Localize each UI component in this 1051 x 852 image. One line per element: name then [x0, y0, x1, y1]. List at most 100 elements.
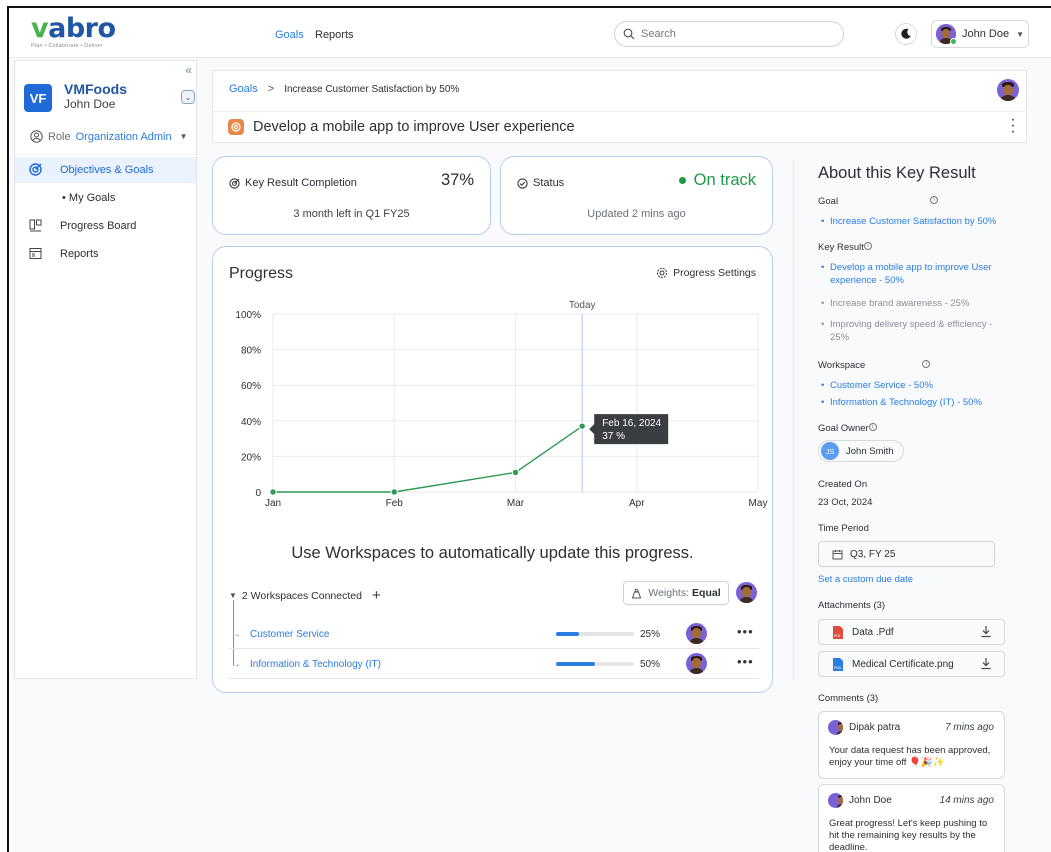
created-on-label: Created On — [818, 479, 868, 490]
y-tick-label: 80% — [241, 346, 261, 357]
workspace-name-link[interactable]: Information & Technology (IT) — [250, 659, 381, 670]
nav-goals[interactable]: Goals — [275, 29, 304, 41]
download-icon[interactable] — [980, 625, 992, 638]
role-selector[interactable]: Role Organization Admin ▼ — [30, 130, 188, 143]
nav-reports[interactable]: Reports — [315, 29, 354, 41]
target-icon — [229, 177, 240, 189]
workspace-owner-avatar[interactable] — [686, 653, 707, 674]
workspace-hint: Use Workspaces to automatically update t… — [291, 544, 694, 562]
breadcrumb-goals-link[interactable]: Goals — [229, 83, 258, 95]
vabro-logo[interactable]: vabro Plan • Collaborate • Deliver — [31, 15, 116, 49]
sidebar-item-label: • My Goals — [62, 192, 116, 204]
progress-bar-fill — [556, 662, 595, 666]
info-icon[interactable]: i — [930, 196, 939, 204]
x-tick-label: Mar — [507, 498, 525, 509]
weights-value: Equal — [692, 587, 721, 599]
attachments-label: Attachments (3) — [818, 600, 886, 611]
add-workspace-icon[interactable]: + — [372, 587, 381, 604]
workspace-row[interactable]: → Information & Technology (IT) 50% ••• — [229, 650, 759, 679]
weights-label: Weights: — [648, 587, 690, 599]
more-options-icon[interactable]: ••• — [737, 655, 754, 668]
info-icon[interactable]: i — [868, 423, 877, 431]
target-icon — [29, 163, 42, 176]
dark-mode-toggle[interactable] — [895, 23, 917, 45]
moon-icon — [901, 28, 911, 39]
workspace-percent: 25% — [640, 628, 661, 640]
user-menu[interactable]: John Doe ▼ — [931, 20, 1029, 48]
png-file-icon: PNG — [833, 658, 843, 671]
attachment-item[interactable]: PDF Data .Pdf — [818, 619, 1005, 645]
chevron-right-icon: > — [267, 83, 275, 95]
workspaces-connected-toggle[interactable]: ▼ 2 Workspaces Connected + — [229, 587, 381, 604]
weights-button[interactable]: Weights: Equal — [623, 581, 729, 605]
role-label: Role — [48, 130, 71, 143]
sidebar-item-label: Progress Board — [60, 220, 137, 232]
comments-label: Comments (3) — [818, 693, 879, 704]
status-value: On track — [678, 171, 756, 190]
key-result-item-current[interactable]: Develop a mobile app to improve User exp… — [818, 261, 1008, 287]
created-on-value: 23 Oct, 2024 — [818, 497, 873, 508]
chevron-down-icon: ▼ — [1016, 29, 1025, 39]
workspace-section-label: Workspace i — [818, 360, 931, 371]
owner-avatar[interactable] — [997, 79, 1019, 101]
tree-branch-icon: → — [231, 628, 241, 640]
board-icon — [29, 219, 42, 232]
status-label: Status — [533, 177, 565, 189]
time-period-field[interactable]: Q3, FY 25 — [818, 541, 995, 567]
more-options-icon[interactable]: ••• — [737, 625, 754, 638]
y-tick-label: 40% — [241, 417, 261, 428]
sidebar-item-progress-board[interactable]: Progress Board — [15, 213, 196, 239]
goal-link[interactable]: Increase Customer Satisfaction by 50% — [818, 215, 1008, 228]
completion-label: Key Result Completion — [245, 177, 357, 189]
user-avatar — [936, 24, 957, 45]
attachment-item[interactable]: PNG Medical Certificate.png — [818, 651, 1005, 677]
sidebar-item-objectives-goals[interactable]: Objectives & Goals — [15, 157, 196, 183]
key-result-item[interactable]: Increase brand awareness - 25% — [818, 297, 1008, 310]
workspace-link[interactable]: Customer Service - 50% — [818, 379, 1008, 392]
info-icon[interactable]: i — [863, 242, 872, 250]
set-custom-due-date-link[interactable]: Set a custom due date — [818, 574, 913, 585]
weight-icon — [632, 588, 642, 598]
comment-time: 14 mins ago — [939, 795, 994, 806]
calendar-icon — [832, 549, 843, 559]
pdf-file-icon: PDF — [833, 626, 843, 639]
comment-author-avatar — [828, 793, 843, 808]
status-label-row: Status — [517, 177, 564, 189]
workspace-owner-avatar[interactable] — [686, 623, 707, 644]
comment-author: John Doe — [849, 795, 892, 806]
collapse-sidebar-icon[interactable]: « — [185, 63, 192, 77]
x-tick-label: May — [749, 498, 768, 509]
goal-owner-chip[interactable]: JS John Smith — [818, 440, 904, 462]
sidebar-item-label: Reports — [60, 248, 99, 260]
online-status-dot — [950, 38, 957, 45]
owner-initials-avatar: JS — [821, 442, 839, 460]
sidebar-item-label: Objectives & Goals — [60, 164, 154, 176]
sidebar-item-reports[interactable]: Reports — [15, 241, 196, 267]
search-box[interactable] — [614, 21, 844, 47]
progress-bar-fill — [556, 632, 580, 636]
progress-series-line — [273, 425, 583, 493]
download-icon[interactable] — [980, 657, 992, 670]
comment-author-row: Dipak patra — [828, 720, 900, 735]
sidebar-item-my-goals[interactable]: • My Goals — [15, 185, 196, 211]
y-tick-label: 100% — [235, 310, 261, 321]
completion-label-row: Key Result Completion — [229, 177, 357, 189]
search-input[interactable] — [641, 28, 831, 40]
org-name: VMFoods — [64, 81, 127, 97]
workspace-link[interactable]: Information & Technology (IT) - 50% — [818, 396, 1008, 409]
x-tick-label: Apr — [629, 498, 645, 509]
workspace-owner-avatar[interactable] — [736, 582, 757, 603]
report-icon — [29, 248, 42, 259]
app-window: vabro Plan • Collaborate • Deliver Goals… — [7, 6, 1051, 852]
workspace-name-link[interactable]: Customer Service — [250, 629, 329, 640]
key-result-header: Goals > Increase Customer Satisfaction b… — [212, 70, 1027, 143]
progress-card: Progress Progress Settings 0 20% 40% 60% 80%… — [212, 246, 773, 693]
data-point — [511, 468, 520, 477]
org-dropdown-toggle[interactable]: ⌄ — [181, 90, 195, 104]
workspace-row[interactable]: → Customer Service 25% ••• — [229, 620, 759, 649]
role-value: Organization Admin — [75, 130, 172, 143]
info-icon[interactable]: i — [922, 360, 931, 368]
key-result-item[interactable]: Improving delivery speed & efficiency - … — [818, 318, 1008, 344]
today-label: Today — [569, 300, 596, 311]
more-options-icon[interactable]: · · · — [1010, 112, 1016, 140]
